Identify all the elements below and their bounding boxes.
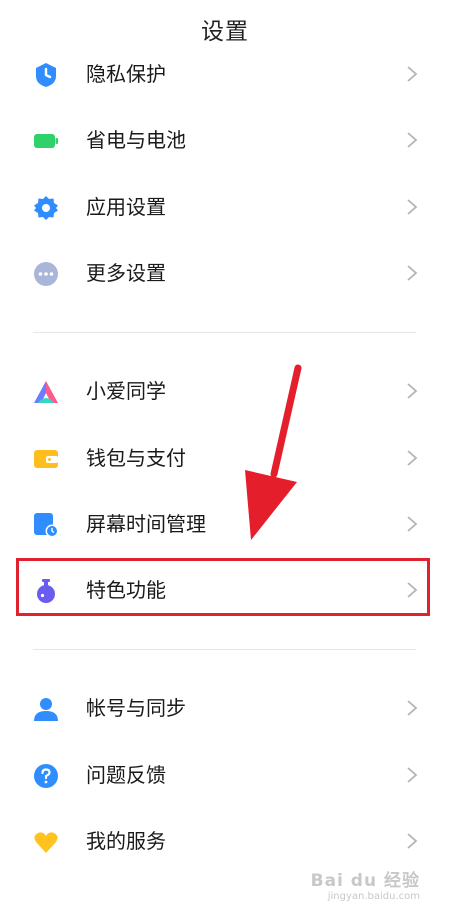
settings-item-my-services[interactable]: 我的服务 — [0, 808, 450, 874]
settings-item-xiaoai[interactable]: 小爱同学 — [0, 358, 450, 424]
settings-item-privacy[interactable]: 隐私保护 — [0, 41, 450, 107]
screen-time-icon — [33, 512, 59, 538]
settings-item-screen-time[interactable]: 屏幕时间管理 — [0, 491, 450, 557]
question-icon — [33, 763, 59, 789]
chevron-right-icon — [406, 132, 418, 148]
settings-item-label: 屏幕时间管理 — [86, 512, 206, 536]
settings-item-label: 更多设置 — [86, 261, 166, 285]
chevron-right-icon — [406, 265, 418, 281]
settings-item-battery[interactable]: 省电与电池 — [0, 107, 450, 173]
watermark: Bai du 经验 jingyan.baidu.com — [311, 866, 420, 902]
chevron-right-icon — [406, 767, 418, 783]
settings-item-label: 省电与电池 — [86, 128, 186, 152]
chevron-right-icon — [406, 383, 418, 399]
settings-item-wallet[interactable]: 钱包与支付 — [0, 425, 450, 491]
watermark-url: jingyan.baidu.com — [327, 891, 420, 902]
chevron-right-icon — [406, 833, 418, 849]
chevron-right-icon — [406, 700, 418, 716]
gear-icon — [33, 195, 59, 221]
settings-item-app-settings[interactable]: 应用设置 — [0, 174, 450, 240]
highlight-box — [16, 558, 430, 616]
settings-item-label: 帐号与同步 — [86, 696, 186, 720]
chevron-right-icon — [406, 66, 418, 82]
heart-icon — [33, 829, 59, 855]
settings-item-label: 钱包与支付 — [86, 446, 186, 470]
battery-icon — [33, 128, 59, 154]
more-dots-icon — [33, 261, 59, 287]
settings-item-label: 我的服务 — [86, 829, 166, 853]
watermark-logo-text: Bai du 经验 — [310, 871, 420, 891]
section-divider — [33, 332, 416, 333]
settings-item-label: 问题反馈 — [86, 763, 166, 787]
account-icon — [33, 696, 59, 722]
settings-item-label: 应用设置 — [86, 195, 166, 219]
chevron-right-icon — [406, 199, 418, 215]
xiaoai-icon — [33, 379, 59, 405]
settings-item-feedback[interactable]: 问题反馈 — [0, 742, 450, 808]
settings-item-label: 隐私保护 — [86, 62, 166, 86]
wallet-icon — [33, 446, 59, 472]
section-divider — [33, 649, 416, 650]
settings-item-label: 小爱同学 — [86, 379, 166, 403]
shield-icon — [33, 62, 59, 88]
settings-item-more[interactable]: 更多设置 — [0, 240, 450, 306]
settings-item-account-sync[interactable]: 帐号与同步 — [0, 675, 450, 741]
chevron-right-icon — [406, 450, 418, 466]
chevron-right-icon — [406, 516, 418, 532]
